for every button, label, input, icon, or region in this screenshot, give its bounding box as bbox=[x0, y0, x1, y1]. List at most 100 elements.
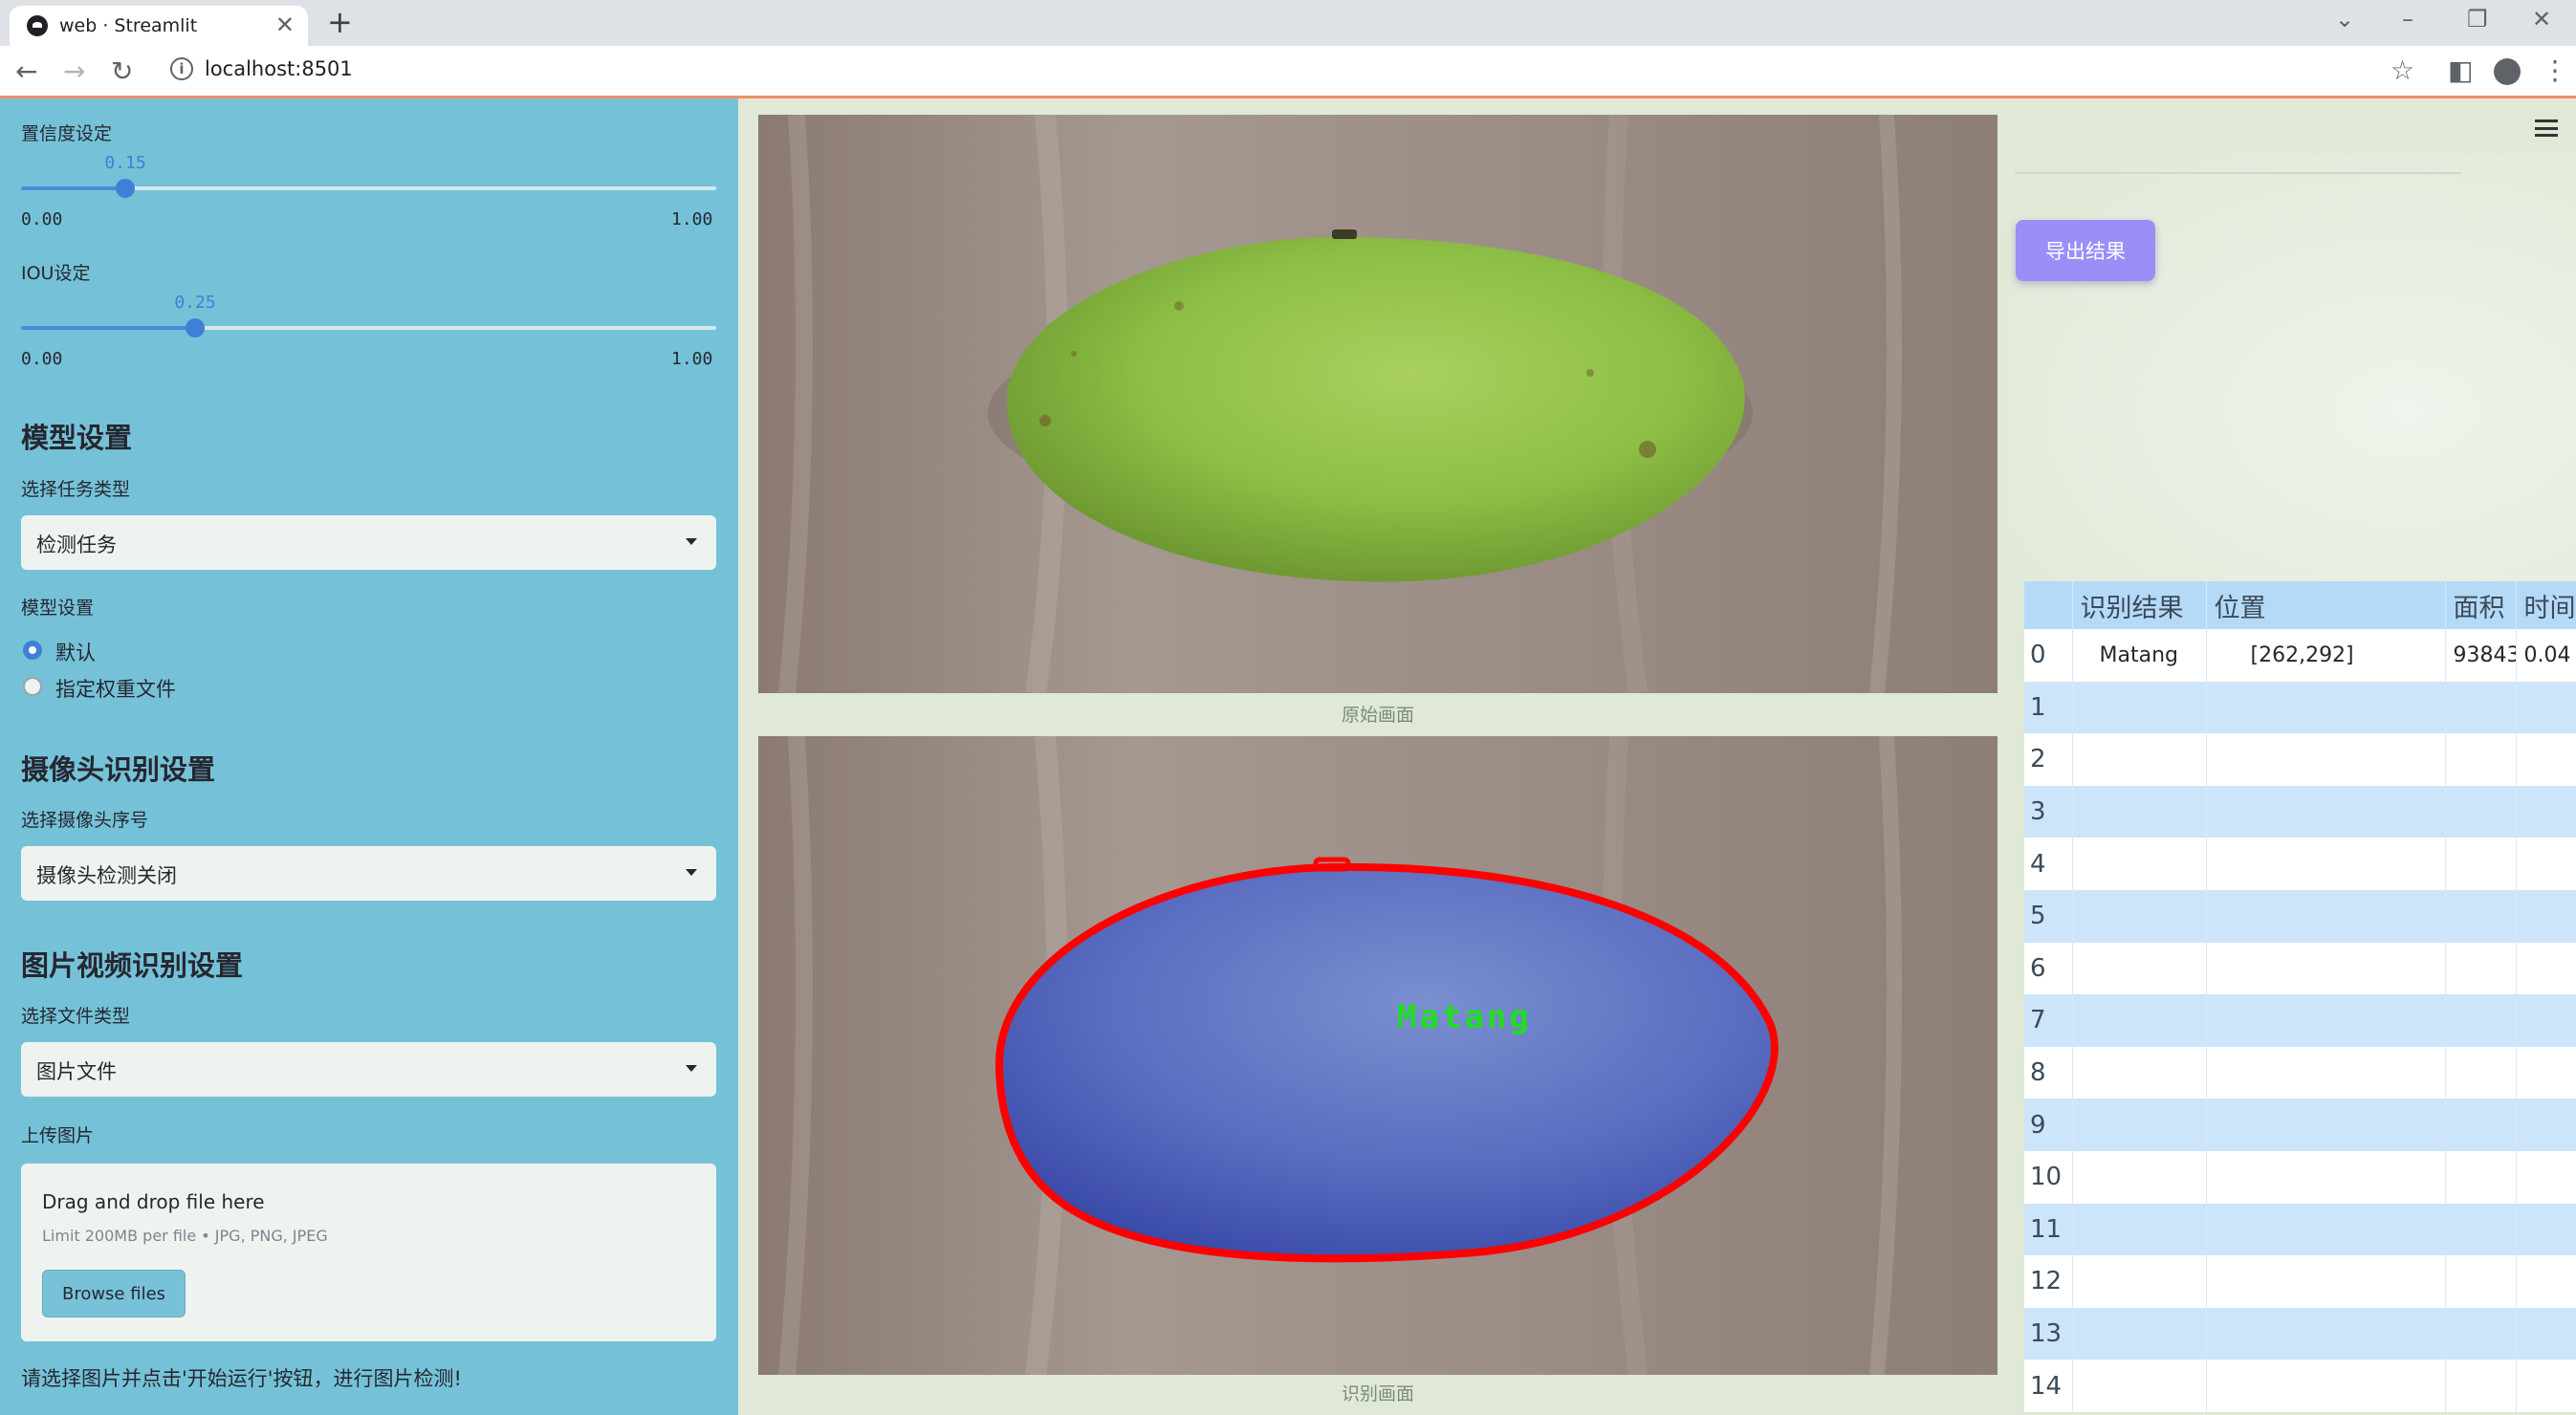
window-close-icon[interactable]: ✕ bbox=[2532, 6, 2551, 33]
file-type-label: 选择文件类型 bbox=[21, 1006, 131, 1027]
browse-files-button[interactable]: Browse files bbox=[42, 1270, 186, 1317]
original-caption: 原始画面 bbox=[1341, 705, 1414, 726]
confidence-slider-thumb[interactable] bbox=[116, 179, 135, 198]
dropzone-title: Drag and drop file here bbox=[42, 1190, 265, 1213]
cell-time bbox=[2516, 889, 2576, 943]
table-row[interactable]: 14 bbox=[2024, 1360, 2576, 1412]
results-table: 识别结果 位置 面积 时间 0 Matang [262,292] 93843 0.04 1… bbox=[2024, 581, 2576, 1412]
iou-min: 0.00 bbox=[21, 349, 63, 369]
cell-result bbox=[2072, 994, 2207, 1047]
file-type-select[interactable]: 图片文件 bbox=[21, 1042, 716, 1097]
tab-close-icon[interactable]: ✕ bbox=[275, 11, 295, 38]
hamburger-menu-icon[interactable] bbox=[2535, 120, 2558, 137]
table-row[interactable]: 3 bbox=[2024, 785, 2576, 838]
iou-slider-fill bbox=[21, 326, 195, 330]
camera-select-label: 选择摄像头序号 bbox=[21, 810, 149, 831]
model-settings-heading: 模型设置 bbox=[21, 422, 133, 454]
row-index: 8 bbox=[2024, 1046, 2073, 1099]
original-image-canvas bbox=[758, 115, 1997, 693]
browser-tab[interactable]: web · Streamlit ✕ bbox=[10, 6, 308, 46]
confidence-slider[interactable] bbox=[21, 179, 716, 198]
result-image: Matang bbox=[758, 736, 1997, 1375]
cell-result bbox=[2072, 838, 2207, 890]
chevron-down-icon bbox=[686, 538, 697, 545]
browser-menu-icon[interactable]: ⋮ bbox=[2542, 54, 2568, 86]
col-header-area[interactable]: 面积 bbox=[2445, 581, 2517, 629]
row-index: 0 bbox=[2024, 629, 2073, 682]
side-panel-icon[interactable]: ◧ bbox=[2448, 54, 2473, 86]
confidence-value: 0.15 bbox=[104, 153, 146, 173]
back-arrow-icon[interactable]: ← bbox=[15, 55, 37, 87]
table-row[interactable]: 0 Matang [262,292] 93843 0.04 bbox=[2024, 629, 2576, 682]
table-row[interactable]: 4 bbox=[2024, 838, 2576, 890]
browser-tab-bar: web · Streamlit ✕ + ⌄ – ❐ ✕ bbox=[0, 0, 2576, 46]
cell-position bbox=[2206, 1099, 2446, 1151]
table-header-row: 识别结果 位置 面积 时间 bbox=[2024, 581, 2576, 629]
col-header-time[interactable]: 时间 bbox=[2516, 581, 2576, 629]
table-row[interactable]: 9 bbox=[2024, 1099, 2576, 1151]
confidence-min: 0.00 bbox=[21, 209, 63, 229]
cell-time bbox=[2516, 838, 2576, 890]
col-header-result[interactable]: 识别结果 bbox=[2072, 581, 2207, 629]
radio-default[interactable] bbox=[23, 641, 42, 660]
row-index: 2 bbox=[2024, 733, 2073, 786]
cell-area bbox=[2445, 785, 2517, 838]
new-tab-icon[interactable]: + bbox=[327, 4, 353, 40]
task-type-select[interactable]: 检测任务 bbox=[21, 515, 716, 570]
camera-select[interactable]: 摄像头检测关闭 bbox=[21, 846, 716, 901]
table-row[interactable]: 7 bbox=[2024, 994, 2576, 1047]
table-row[interactable]: 2 bbox=[2024, 733, 2576, 786]
bookmark-star-icon[interactable]: ☆ bbox=[2390, 54, 2414, 86]
row-index: 12 bbox=[2024, 1255, 2073, 1308]
cell-time bbox=[2516, 733, 2576, 786]
file-type-value: 图片文件 bbox=[36, 1060, 117, 1083]
table-row[interactable]: 10 bbox=[2024, 1150, 2576, 1204]
dropzone-limit: Limit 200MB per file • JPG, PNG, JPEG bbox=[42, 1227, 328, 1245]
row-index: 14 bbox=[2024, 1360, 2073, 1412]
row-index: 13 bbox=[2024, 1307, 2073, 1361]
row-index: 6 bbox=[2024, 942, 2073, 995]
tab-search-chevron-icon[interactable]: ⌄ bbox=[2335, 6, 2354, 33]
table-row[interactable]: 1 bbox=[2024, 681, 2576, 734]
cell-result bbox=[2072, 1099, 2207, 1151]
row-index: 9 bbox=[2024, 1099, 2073, 1151]
export-results-button[interactable]: 导出结果 bbox=[2016, 220, 2155, 281]
reload-icon[interactable]: ↻ bbox=[111, 55, 133, 87]
cell-area bbox=[2445, 994, 2517, 1047]
site-info-icon[interactable]: i bbox=[170, 57, 193, 80]
cell-position bbox=[2206, 1255, 2446, 1308]
col-header-position[interactable]: 位置 bbox=[2206, 581, 2446, 629]
iou-slider-thumb[interactable] bbox=[186, 318, 205, 337]
chevron-down-icon bbox=[686, 869, 697, 876]
table-row[interactable]: 11 bbox=[2024, 1203, 2576, 1256]
minimize-icon[interactable]: – bbox=[2402, 6, 2413, 33]
row-index: 11 bbox=[2024, 1203, 2073, 1256]
restore-icon[interactable]: ❐ bbox=[2467, 6, 2488, 33]
iou-slider[interactable] bbox=[21, 318, 716, 337]
media-settings-heading: 图片视频识别设置 bbox=[21, 949, 244, 982]
table-row[interactable]: 13 bbox=[2024, 1307, 2576, 1361]
cell-area bbox=[2445, 1150, 2517, 1204]
profile-avatar-icon[interactable] bbox=[2494, 58, 2521, 85]
radio-default-label[interactable]: 默认 bbox=[55, 638, 96, 666]
model-config-label: 模型设置 bbox=[21, 598, 95, 619]
table-row[interactable]: 6 bbox=[2024, 942, 2576, 995]
confidence-slider-fill bbox=[21, 186, 125, 190]
cell-position: [262,292] bbox=[2206, 629, 2446, 682]
table-row[interactable]: 8 bbox=[2024, 1046, 2576, 1099]
table-row[interactable]: 12 bbox=[2024, 1255, 2576, 1308]
address-bar: ← → ↻ i localhost:8501 ☆ ◧ ⋮ bbox=[0, 46, 2576, 98]
cell-position bbox=[2206, 838, 2446, 890]
cell-result: Matang bbox=[2072, 629, 2207, 682]
cell-position bbox=[2206, 1150, 2446, 1204]
col-header-index[interactable] bbox=[2024, 581, 2073, 629]
radio-custom-weights[interactable] bbox=[23, 677, 42, 696]
radio-custom-weights-label[interactable]: 指定权重文件 bbox=[55, 674, 176, 703]
file-dropzone[interactable]: Drag and drop file here Limit 200MB per … bbox=[21, 1164, 716, 1341]
table-row[interactable]: 5 bbox=[2024, 889, 2576, 943]
cell-position bbox=[2206, 1360, 2446, 1412]
cell-position bbox=[2206, 1307, 2446, 1361]
forward-arrow-icon[interactable]: → bbox=[63, 55, 85, 87]
url-field[interactable]: localhost:8501 bbox=[205, 57, 353, 80]
cell-time bbox=[2516, 1203, 2576, 1256]
